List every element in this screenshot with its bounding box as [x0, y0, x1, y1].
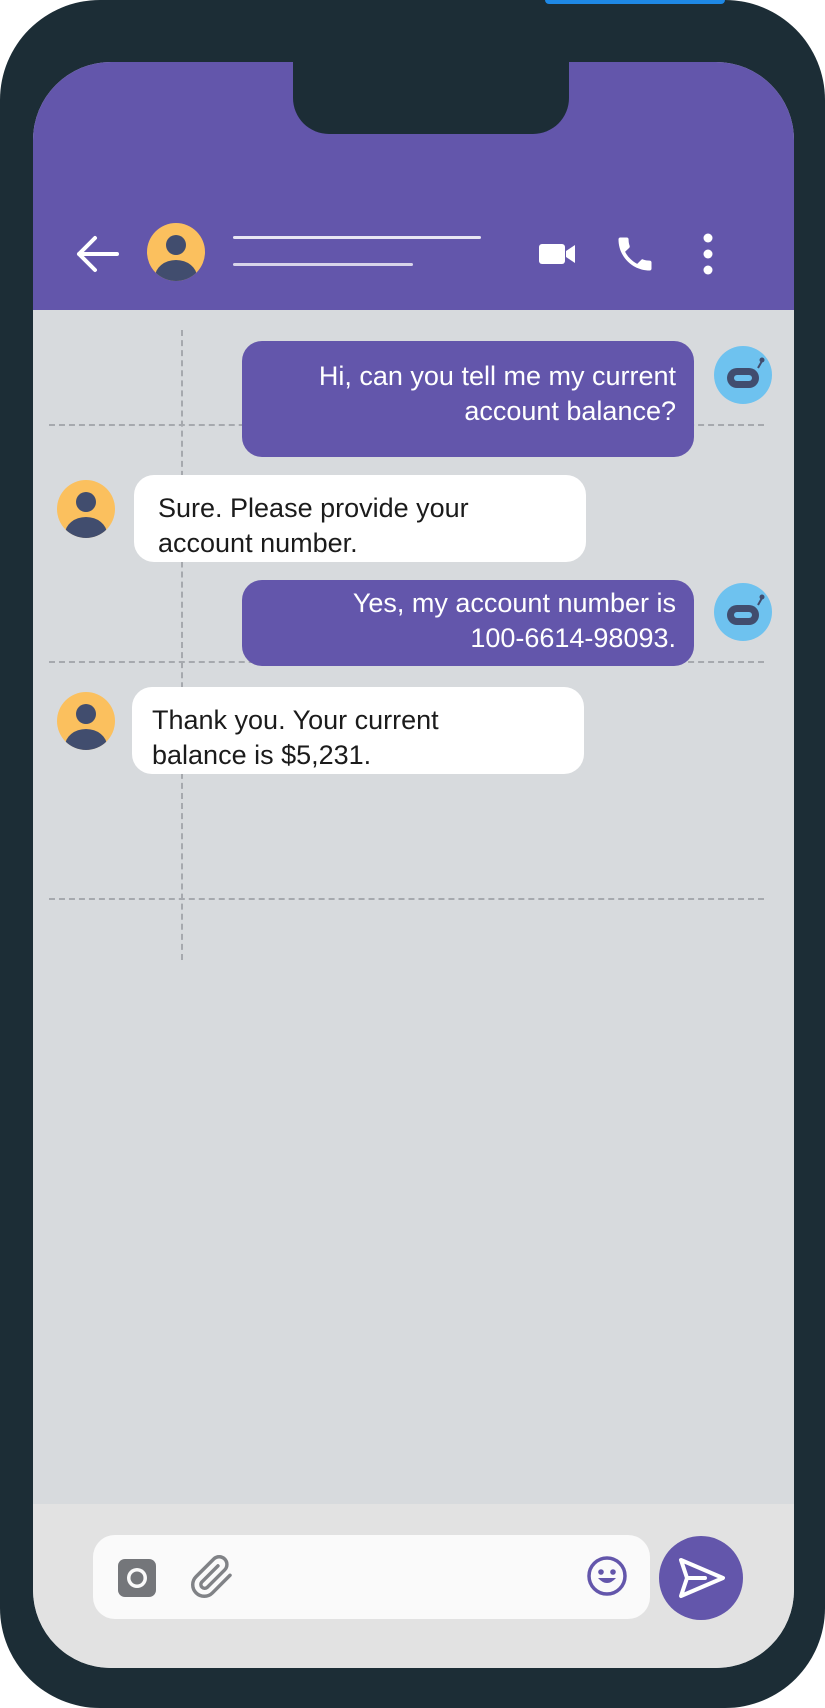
contact-status-placeholder — [233, 263, 413, 266]
emoji-button[interactable] — [585, 1554, 629, 1598]
user-avatar-icon — [57, 480, 115, 538]
smiley-icon — [587, 1556, 627, 1596]
send-arrow-icon — [679, 1558, 725, 1598]
contact-avatar-small — [57, 692, 115, 750]
camera-icon — [118, 1559, 156, 1597]
frame-accent — [545, 0, 725, 4]
user-avatar-icon — [147, 223, 205, 281]
message-line: account number. — [158, 528, 358, 558]
voice-call-button[interactable] — [613, 232, 657, 276]
message-line: account balance? — [464, 396, 676, 426]
contact-avatar[interactable] — [147, 223, 205, 281]
send-button[interactable] — [659, 1536, 743, 1620]
paperclip-icon — [191, 1555, 232, 1598]
message-line: Hi, can you tell me my current — [318, 361, 676, 391]
message-line: 100-6614-98093. — [470, 623, 676, 653]
message-bubble-incoming: Thank you. Your current balance is $5,23… — [132, 687, 584, 774]
user-avatar-icon — [57, 692, 115, 750]
phone-frame: Hi, can you tell me my current account b… — [0, 0, 825, 1708]
bot-avatar — [714, 583, 772, 641]
message-line: Yes, my account number is — [352, 588, 676, 618]
message-bubble-outgoing: Yes, my account number is 100-6614-98093… — [242, 580, 694, 666]
back-button[interactable] — [73, 230, 121, 278]
contact-name-placeholder — [233, 236, 481, 239]
video-call-button[interactable] — [537, 234, 581, 274]
more-options-button[interactable] — [693, 230, 723, 278]
robot-icon — [714, 346, 772, 404]
attach-button[interactable] — [189, 1554, 235, 1600]
bot-avatar — [714, 346, 772, 404]
guide-line — [49, 898, 764, 900]
contact-avatar-small — [57, 480, 115, 538]
guide-line — [181, 330, 183, 960]
robot-icon — [714, 583, 772, 641]
message-bubble-incoming: Sure. Please provide your account number… — [134, 475, 586, 562]
message-line: Sure. Please provide your — [158, 493, 469, 523]
message-bubble-outgoing: Hi, can you tell me my current account b… — [242, 341, 694, 457]
phone-notch — [293, 62, 569, 134]
message-line: balance is $5,231. — [152, 740, 372, 770]
camera-button[interactable] — [117, 1558, 157, 1598]
chat-screen: Hi, can you tell me my current account b… — [33, 62, 794, 1668]
chat-header — [33, 62, 794, 310]
message-line: Thank you. Your current — [152, 705, 439, 735]
phone-icon — [618, 237, 652, 271]
vertical-dots-icon — [703, 233, 713, 275]
message-input[interactable] — [93, 1535, 650, 1619]
arrow-left-icon — [77, 236, 119, 272]
video-camera-icon — [539, 244, 575, 264]
